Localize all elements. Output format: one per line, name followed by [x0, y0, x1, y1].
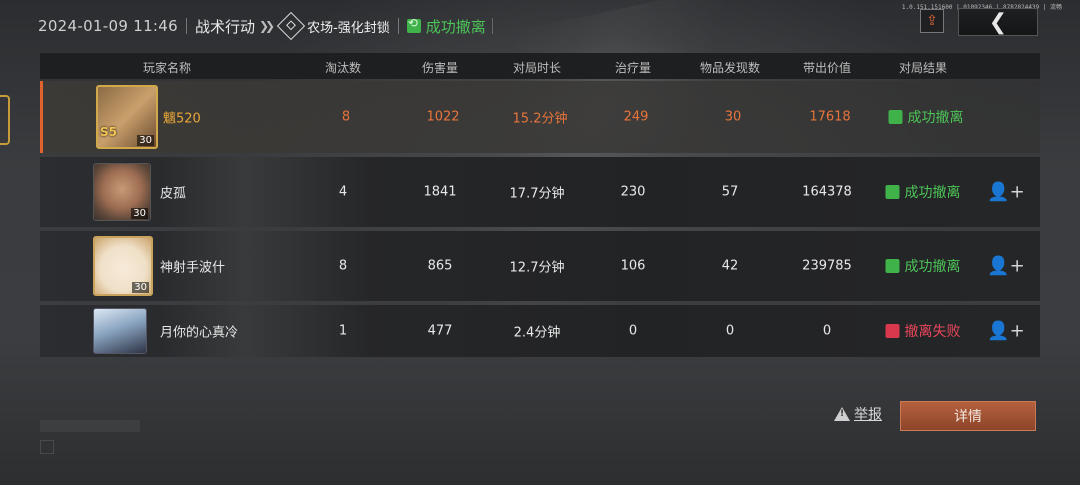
col-items: 物品发现数 — [699, 61, 761, 75]
items-value: 30 — [724, 109, 742, 125]
extract-success-icon — [885, 259, 900, 273]
damage-value: 1022 — [426, 109, 460, 125]
match-datetime: 2024-01-09 11:46 — [38, 17, 178, 35]
healing-value: 249 — [623, 109, 649, 125]
player-level: 30 — [131, 208, 148, 219]
season-badge: S5 — [100, 125, 117, 139]
share-icon: ⇪ — [926, 13, 938, 29]
value-value: 17618 — [809, 109, 851, 125]
warning-icon — [834, 407, 850, 421]
result-status: 成功撤离 — [885, 182, 961, 202]
result-status: 成功撤离 — [888, 107, 964, 127]
duration-value: 2.4分钟 — [513, 325, 561, 341]
healing-value: 230 — [620, 184, 646, 200]
scoreboard-table: 玩家名称 淘汰数 伤害量 对局时长 治疗量 物品发现数 带出价值 对局结果 S5… — [40, 53, 1040, 357]
share-button[interactable]: ⇪ — [920, 9, 944, 33]
report-label: 举报 — [854, 407, 882, 423]
kills-value: 1 — [338, 323, 348, 339]
col-kills: 淘汰数 — [324, 61, 362, 75]
map-name: 农场-强化封锁 — [307, 20, 390, 36]
add-friend-icon[interactable]: 👤+ — [987, 321, 1025, 342]
col-duration: 对局时长 — [512, 61, 562, 75]
extract-success-icon — [406, 16, 421, 33]
value-value: 239785 — [802, 258, 852, 274]
player-level: 30 — [137, 135, 154, 146]
divider — [397, 18, 399, 34]
faded-ui-element — [40, 440, 54, 454]
match-mode: 战术行动 — [194, 17, 255, 36]
table-row[interactable]: 30 神射手波什 8 865 12.7分钟 106 42 239785 成功撤离… — [40, 231, 1040, 301]
table-row[interactable]: 月你的心真冷 1 477 2.4分钟 0 0 0 撤离失败 👤+ — [40, 305, 1040, 357]
avatar: S5 30 — [96, 85, 158, 149]
map-icon — [276, 11, 306, 41]
divider — [491, 18, 493, 34]
duration-value: 15.2分钟 — [512, 111, 568, 127]
value-value: 164378 — [802, 184, 852, 200]
details-button[interactable]: 详情 — [900, 401, 1036, 431]
table-row[interactable]: 30 皮孤 4 1841 17.7分钟 230 57 164378 成功撤离 👤… — [40, 157, 1040, 227]
back-button[interactable]: ❮ — [958, 8, 1038, 36]
items-value: 0 — [725, 323, 735, 339]
player-name: 神射手波什 — [160, 260, 226, 276]
table-header: 玩家名称 淘汰数 伤害量 对局时长 治疗量 物品发现数 带出价值 对局结果 — [40, 53, 1040, 79]
value-value: 0 — [822, 323, 832, 339]
items-value: 42 — [721, 258, 739, 274]
duration-value: 12.7分钟 — [509, 260, 565, 276]
duration-value: 17.7分钟 — [509, 186, 565, 202]
extract-fail-icon — [885, 324, 900, 338]
table-row[interactable]: S5 30 魑520 8 1022 15.2分钟 249 30 17618 成功… — [40, 81, 1040, 153]
result-label: 成功撤离 — [904, 259, 961, 275]
result-label: 成功撤离 — [904, 185, 961, 201]
result-label: 成功撤离 — [907, 110, 964, 126]
kills-value: 8 — [338, 258, 348, 274]
damage-value: 1841 — [423, 184, 457, 200]
items-value: 57 — [721, 184, 739, 200]
col-value: 带出价值 — [802, 61, 852, 75]
result-status: 成功撤离 — [885, 256, 961, 276]
match-result: 成功撤离 — [425, 17, 486, 36]
player-name: 魑520 — [163, 111, 201, 127]
healing-value: 106 — [620, 258, 646, 274]
col-damage: 伤害量 — [421, 61, 459, 75]
col-result: 对局结果 — [898, 61, 948, 75]
left-edge-marker — [0, 95, 10, 145]
healing-value: 0 — [628, 323, 638, 339]
add-friend-icon[interactable]: 👤+ — [987, 182, 1025, 203]
damage-value: 865 — [427, 258, 453, 274]
col-player-name: 玩家名称 — [142, 61, 192, 75]
avatar: 30 — [93, 236, 153, 296]
extract-success-icon — [888, 110, 903, 124]
back-arrow-icon: ❮ — [988, 9, 1008, 35]
chevron-right-icon: ❯❯ — [258, 19, 275, 33]
kills-value: 4 — [338, 184, 348, 200]
player-name: 月你的心真冷 — [160, 325, 239, 341]
avatar: 30 — [93, 163, 151, 221]
player-level: 30 — [132, 282, 149, 293]
add-friend-icon[interactable]: 👤+ — [987, 256, 1025, 277]
extract-success-icon — [885, 185, 900, 199]
result-status: 撤离失败 — [885, 321, 961, 341]
match-header: 2024-01-09 11:46 战术行动 ❯❯ 农场-强化封锁 成功撤离 — [38, 11, 493, 41]
player-name: 皮孤 — [160, 186, 187, 202]
kills-value: 8 — [341, 109, 351, 125]
col-healing: 治疗量 — [614, 61, 652, 75]
damage-value: 477 — [427, 323, 453, 339]
divider — [185, 18, 187, 34]
report-button[interactable]: 举报 — [834, 404, 882, 424]
avatar — [93, 308, 147, 354]
faded-ui-element — [40, 420, 140, 432]
result-label: 撤离失败 — [904, 324, 961, 340]
